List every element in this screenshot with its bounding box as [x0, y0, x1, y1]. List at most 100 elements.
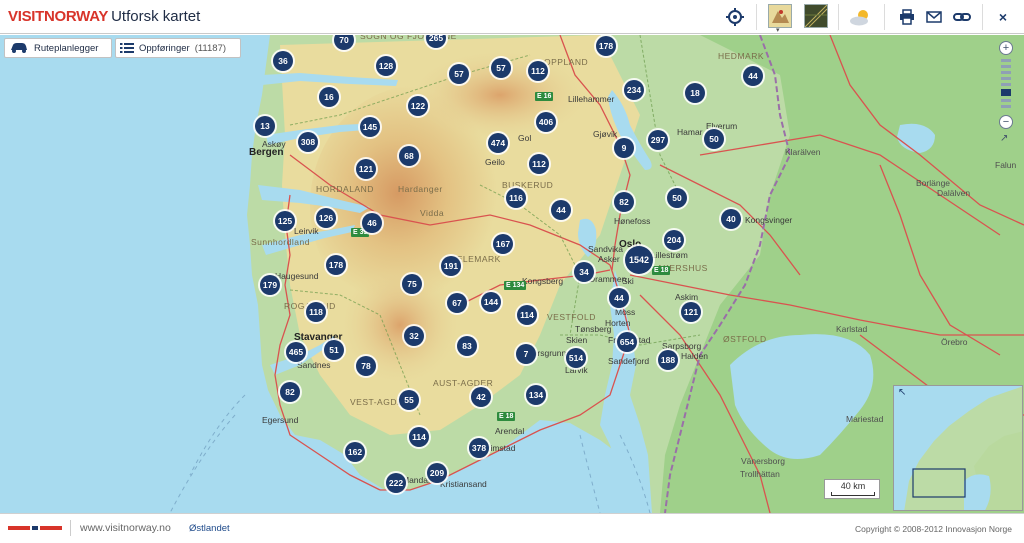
mail-icon[interactable]	[921, 4, 947, 30]
expand-arrow-icon[interactable]: ↗	[1000, 133, 1008, 144]
cluster-marker[interactable]: 44	[551, 200, 571, 220]
cluster-marker[interactable]: 145	[360, 117, 380, 137]
brand[interactable]: VISITNORWAY Utforsk kartet	[8, 8, 200, 25]
cluster-marker[interactable]: 46	[362, 213, 382, 233]
cluster-marker[interactable]: 13	[255, 116, 275, 136]
link-icon[interactable]	[949, 4, 975, 30]
cluster-marker[interactable]: 82	[614, 192, 634, 212]
brand-logo[interactable]: VISITNORWAY	[8, 8, 108, 25]
region-link[interactable]: Østlandet	[189, 523, 230, 534]
cluster-marker[interactable]: 191	[441, 256, 461, 276]
cluster-marker[interactable]: 474	[488, 133, 508, 153]
place-label: Arendal	[495, 426, 525, 436]
cluster-marker[interactable]: 34	[574, 262, 594, 282]
cluster-marker[interactable]: 188	[658, 350, 678, 370]
place-label: Moss	[615, 307, 636, 317]
place-label: Askim	[675, 292, 699, 302]
cluster-marker[interactable]: 308	[298, 132, 318, 152]
cluster-marker[interactable]: 44	[609, 288, 629, 308]
overview-map[interactable]: ↖	[893, 385, 1023, 511]
zoom-level-tick[interactable]	[1001, 83, 1011, 86]
chevron-down-icon[interactable]: ▾	[776, 27, 780, 34]
cluster-marker[interactable]: 297	[648, 130, 668, 150]
cluster-marker[interactable]: 7	[516, 344, 536, 364]
cluster-marker[interactable]: 57	[449, 64, 469, 84]
cluster-marker[interactable]: 654	[617, 332, 637, 352]
cluster-marker[interactable]: 125	[275, 211, 295, 231]
zoom-level-tick[interactable]	[1001, 59, 1011, 62]
cluster-marker[interactable]: 121	[356, 159, 376, 179]
cluster-marker[interactable]: 9	[614, 138, 634, 158]
cluster-marker[interactable]: 178	[326, 255, 346, 275]
cluster-marker[interactable]: 40	[721, 209, 741, 229]
collapse-arrow-icon[interactable]: ↖	[898, 387, 906, 398]
cluster-marker[interactable]: 67	[447, 293, 467, 313]
cluster-marker[interactable]: 162	[345, 442, 365, 462]
cluster-marker[interactable]: 204	[664, 230, 684, 250]
cluster-marker[interactable]: 167	[493, 234, 513, 254]
cluster-marker[interactable]: 178	[596, 36, 616, 56]
close-icon[interactable]: ×	[990, 4, 1016, 30]
place-label: OPPLAND	[544, 57, 589, 67]
listings-button[interactable]: Oppføringer (11187)	[115, 38, 241, 58]
footer-stripe	[8, 526, 62, 530]
cluster-marker[interactable]: 42	[471, 387, 491, 407]
place-label: Karlstad	[836, 324, 868, 334]
cluster-marker[interactable]: 44	[743, 66, 763, 86]
crosshair-icon[interactable]	[722, 4, 748, 30]
place-label: Lillehammer	[568, 94, 615, 104]
cluster-marker[interactable]: 121	[681, 302, 701, 322]
cluster-marker[interactable]: 57	[491, 58, 511, 78]
cluster-marker[interactable]: 406	[536, 112, 556, 132]
cluster-marker[interactable]: 32	[404, 326, 424, 346]
hiking-layer-icon[interactable]	[768, 4, 792, 28]
cluster-marker[interactable]: 50	[667, 188, 687, 208]
cluster-marker[interactable]: 50	[704, 129, 724, 149]
cluster-marker[interactable]: 55	[399, 390, 419, 410]
cluster-marker[interactable]: 78	[356, 356, 376, 376]
cluster-marker[interactable]: 83	[457, 336, 477, 356]
cluster-marker[interactable]: 128	[376, 56, 396, 76]
cluster-marker[interactable]: 1542	[625, 246, 653, 274]
zoom-level-tick[interactable]	[1001, 99, 1011, 102]
cluster-marker[interactable]: 114	[409, 427, 429, 447]
zoom-level-tick[interactable]	[1001, 105, 1011, 108]
cluster-marker[interactable]: 126	[316, 208, 336, 228]
place-label: Askøy	[262, 139, 286, 149]
cluster-marker[interactable]: 222	[386, 473, 406, 493]
cluster-marker[interactable]: 36	[273, 51, 293, 71]
cluster-marker[interactable]: 118	[306, 302, 326, 322]
cluster-marker[interactable]: 465	[286, 342, 306, 362]
cluster-marker[interactable]: 122	[408, 96, 428, 116]
cluster-marker[interactable]: 112	[528, 61, 548, 81]
cluster-marker[interactable]: 68	[399, 146, 419, 166]
cluster-marker[interactable]: 378	[469, 438, 489, 458]
cluster-marker[interactable]: 179	[260, 275, 280, 295]
zoom-out-icon[interactable]: −	[999, 115, 1013, 129]
map-canvas[interactable]: Bergen Askøy Leirvik Haugesund Stavanger Sand…	[0, 35, 1024, 513]
print-icon[interactable]	[894, 4, 920, 30]
zoom-level-tick[interactable]	[1001, 65, 1011, 68]
cluster-marker[interactable]: 144	[481, 292, 501, 312]
route-planner-button[interactable]: Ruteplanlegger	[4, 38, 112, 58]
site-link[interactable]: www.visitnorway.no	[80, 522, 171, 534]
cluster-marker[interactable]: 114	[517, 305, 537, 325]
weather-icon[interactable]	[848, 4, 874, 30]
cluster-marker[interactable]: 209	[427, 463, 447, 483]
cluster-marker[interactable]: 234	[624, 80, 644, 100]
cluster-marker[interactable]: 51	[324, 340, 344, 360]
cluster-marker[interactable]: 112	[529, 154, 549, 174]
zoom-level-tick[interactable]	[1001, 71, 1011, 74]
cluster-marker[interactable]: 18	[685, 83, 705, 103]
cluster-marker[interactable]: 82	[280, 382, 300, 402]
cluster-marker[interactable]: 75	[402, 274, 422, 294]
satellite-layer-icon[interactable]	[804, 4, 828, 28]
zoom-slider-handle[interactable]	[1001, 89, 1011, 96]
place-label: Mandal	[402, 475, 430, 485]
cluster-marker[interactable]: 16	[319, 87, 339, 107]
cluster-marker[interactable]: 134	[526, 385, 546, 405]
cluster-marker[interactable]: 116	[506, 188, 526, 208]
zoom-in-icon[interactable]: +	[999, 41, 1013, 55]
cluster-marker[interactable]: 514	[566, 348, 586, 368]
zoom-level-tick[interactable]	[1001, 77, 1011, 80]
